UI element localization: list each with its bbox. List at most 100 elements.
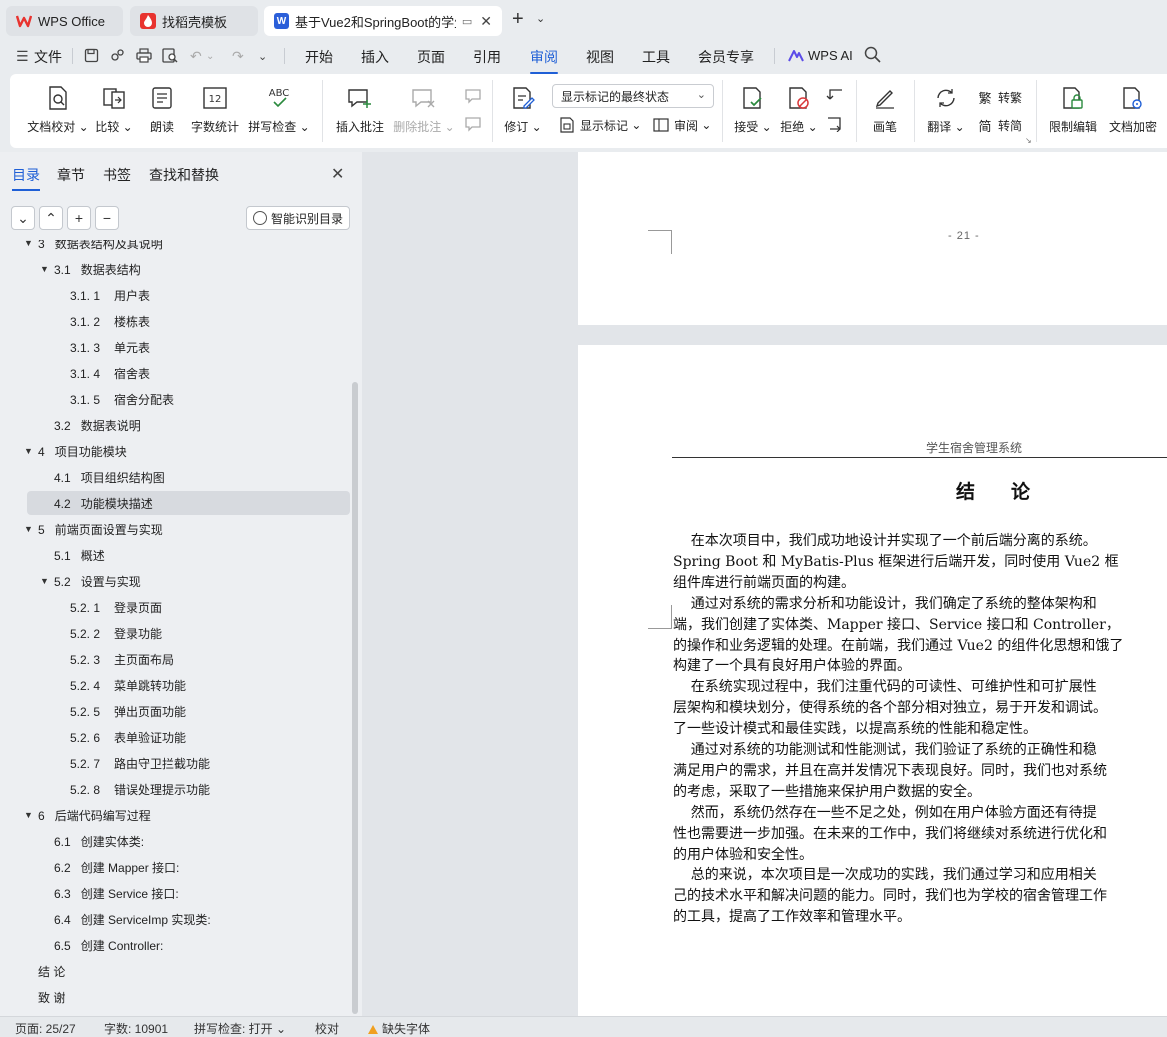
toc-item[interactable]: ▼ 4 项目功能模块 bbox=[0, 439, 350, 463]
more-icon[interactable]: ⌄ bbox=[258, 50, 267, 63]
tab-docer-templates[interactable]: 找稻壳模板 bbox=[130, 6, 258, 36]
translate-button[interactable]: 翻译 ⌄ bbox=[924, 74, 968, 135]
toc-item[interactable]: 6.3 创建 Service 接口: bbox=[0, 881, 350, 905]
menu-page[interactable]: 页面 bbox=[417, 47, 445, 67]
restrict-edit-button[interactable]: 限制编辑 bbox=[1046, 74, 1100, 135]
expand-arrow-icon[interactable]: ▼ bbox=[24, 240, 33, 248]
redo-icon[interactable]: ↷ bbox=[232, 48, 244, 65]
toc-item[interactable]: 4.2 功能模块描述 bbox=[27, 491, 350, 515]
track-changes-button[interactable]: 修订 ⌄ bbox=[502, 74, 544, 135]
close-icon[interactable]: ✕ bbox=[331, 164, 344, 184]
tab-wps-office[interactable]: WPS Office bbox=[6, 6, 123, 36]
to-simplified-button[interactable]: 简转简 bbox=[976, 116, 1022, 134]
toc-item[interactable]: 6.5 创建 Controller: bbox=[0, 933, 350, 957]
delete-comment-button[interactable]: 删除批注 ⌄ bbox=[393, 74, 455, 135]
expand-arrow-icon[interactable]: ▼ bbox=[40, 264, 49, 274]
display-mode-select[interactable]: 显示标记的最终状态 ⌄ bbox=[552, 84, 714, 108]
toc-item[interactable]: ▼ 5 前端页面设置与实现 bbox=[0, 517, 350, 541]
menu-insert[interactable]: 插入 bbox=[361, 47, 389, 67]
group-expand-icon[interactable]: ↘ bbox=[1025, 136, 1032, 145]
expand-arrow-icon[interactable]: ▼ bbox=[40, 576, 49, 586]
toc-item[interactable]: 3.1. 3 单元表 bbox=[0, 335, 350, 359]
expand-arrow-icon[interactable]: ▼ bbox=[24, 810, 33, 820]
remove-heading-button[interactable]: − bbox=[95, 206, 119, 230]
page-indicator[interactable]: 页面: 25/27 bbox=[15, 1020, 76, 1037]
review-pane-button[interactable]: 审阅 ⌄ bbox=[652, 116, 711, 134]
tab-toc[interactable]: 目录 bbox=[12, 165, 40, 191]
menu-tools[interactable]: 工具 bbox=[642, 47, 670, 67]
toc-item[interactable]: ▼ 3.1 数据表结构 bbox=[0, 257, 350, 281]
tab-document[interactable]: W 基于Vue2和SpringBoot的学生 ▭ ✕ bbox=[264, 6, 502, 36]
toc-item[interactable]: 5.2. 5 弹出页面功能 bbox=[0, 699, 350, 723]
toc-item[interactable]: 结 论 bbox=[0, 959, 350, 983]
collapse-all-button[interactable]: ⌄ bbox=[11, 206, 35, 230]
toc-item[interactable]: 4.1 项目组织结构图 bbox=[0, 465, 350, 489]
new-tab-icon[interactable]: + bbox=[512, 9, 524, 29]
proofread-status[interactable]: 校对 bbox=[315, 1020, 339, 1037]
print-icon[interactable] bbox=[136, 48, 152, 66]
menu-file[interactable]: 文件 bbox=[34, 47, 62, 67]
word-count-indicator[interactable]: 字数: 10901 bbox=[104, 1020, 168, 1037]
pen-button[interactable]: 画笔 bbox=[866, 74, 904, 135]
spell-check-button[interactable]: ABC 拼写检查 ⌄ bbox=[248, 74, 310, 135]
spell-check-status[interactable]: 拼写检查: 打开 ⌄ bbox=[194, 1020, 286, 1037]
encrypt-button[interactable]: 文档加密 bbox=[1106, 74, 1160, 135]
tab-bookmarks[interactable]: 书签 bbox=[103, 165, 131, 185]
word-count-button[interactable]: 12 字数统计 bbox=[188, 74, 242, 135]
toc-item[interactable]: 5.2. 4 菜单跳转功能 bbox=[0, 673, 350, 697]
share-icon[interactable] bbox=[110, 48, 125, 66]
hamburger-icon[interactable]: ☰ bbox=[16, 48, 29, 65]
tab-find-replace[interactable]: 查找和替换 bbox=[149, 165, 219, 185]
print-preview-icon[interactable] bbox=[162, 48, 178, 66]
toc-item[interactable]: ▼ 6 后端代码编写过程 bbox=[0, 803, 350, 827]
toc-item[interactable]: 5.2. 7 路由守卫拦截功能 bbox=[0, 751, 350, 775]
chevron-down-icon[interactable]: ⌄ bbox=[206, 51, 214, 62]
toc-item[interactable]: 3.2 数据表说明 bbox=[0, 413, 350, 437]
undo-icon[interactable]: ↶ bbox=[190, 48, 202, 65]
toc-item[interactable]: 5.2. 6 表单验证功能 bbox=[0, 725, 350, 749]
menu-view[interactable]: 视图 bbox=[586, 47, 614, 67]
toc-item[interactable]: ▼ 5.2 设置与实现 bbox=[0, 569, 350, 593]
toc-item[interactable]: 6.1 创建实体类: bbox=[0, 829, 350, 853]
doc-check-button[interactable]: 文档校对 ⌄ bbox=[27, 74, 89, 135]
toc-item[interactable]: 5.2. 1 登录页面 bbox=[0, 595, 350, 619]
scrollbar[interactable] bbox=[352, 382, 358, 1014]
toc-item[interactable]: 6.4 创建 ServiceImp 实现类: bbox=[0, 907, 350, 931]
show-markup-button[interactable]: 显示标记 ⌄ bbox=[558, 116, 641, 134]
menu-wps-ai[interactable]: WPS AI bbox=[808, 48, 853, 63]
read-aloud-button[interactable]: 朗读 bbox=[144, 74, 180, 135]
add-heading-button[interactable]: + bbox=[67, 206, 91, 230]
wps-ai-icon[interactable] bbox=[788, 49, 804, 66]
toc-item[interactable]: 3.1. 1 用户表 bbox=[0, 283, 350, 307]
toc-item[interactable]: 3.1. 5 宿舍分配表 bbox=[0, 387, 350, 411]
compare-button[interactable]: 比较 ⌄ bbox=[94, 74, 134, 135]
chevron-down-icon[interactable]: ⌄ bbox=[536, 12, 545, 25]
toc-item[interactable]: 5.2. 8 错误处理提示功能 bbox=[0, 777, 350, 801]
to-traditional-button[interactable]: 繁转繁 bbox=[976, 88, 1022, 106]
toc-item[interactable]: 5.1 概述 bbox=[0, 543, 350, 567]
missing-font-status[interactable]: 缺失字体 bbox=[368, 1020, 430, 1037]
expand-arrow-icon[interactable]: ▼ bbox=[24, 524, 33, 534]
toc-item[interactable]: 致 谢 bbox=[0, 985, 350, 1009]
toc-item[interactable]: 3.1. 2 楼栋表 bbox=[0, 309, 350, 333]
toc-item[interactable]: 6.2 创建 Mapper 接口: bbox=[0, 855, 350, 879]
next-comment-icon[interactable] bbox=[464, 116, 482, 132]
prev-change-icon[interactable] bbox=[826, 88, 844, 104]
insert-comment-button[interactable]: 插入批注 bbox=[334, 74, 386, 135]
prev-comment-icon[interactable] bbox=[464, 88, 482, 104]
menu-home[interactable]: 开始 bbox=[305, 47, 333, 67]
toc-item[interactable]: 5.2. 3 主页面布局 bbox=[0, 647, 350, 671]
toc-item[interactable]: ▼ 3 数据表结构及其说明 bbox=[0, 240, 350, 255]
menu-member[interactable]: 会员专享 bbox=[698, 47, 754, 67]
reject-button[interactable]: 拒绝 ⌄ bbox=[778, 74, 820, 135]
monitor-icon[interactable]: ▭ bbox=[462, 15, 472, 28]
expand-up-button[interactable]: ⌃ bbox=[39, 206, 63, 230]
save-icon[interactable] bbox=[84, 48, 99, 66]
tab-sections[interactable]: 章节 bbox=[57, 165, 85, 185]
search-icon[interactable] bbox=[864, 46, 881, 66]
toc-item[interactable]: 3.1. 4 宿舍表 bbox=[0, 361, 350, 385]
toc-item[interactable]: 5.2. 2 登录功能 bbox=[0, 621, 350, 645]
page-current[interactable]: 学生宿舍管理系统 结论 在本次项目中，我们成功地设计并实现了一个前后端分离的系统… bbox=[578, 345, 1167, 1016]
close-tab-icon[interactable]: ✕ bbox=[480, 13, 492, 30]
menu-references[interactable]: 引用 bbox=[473, 47, 501, 67]
